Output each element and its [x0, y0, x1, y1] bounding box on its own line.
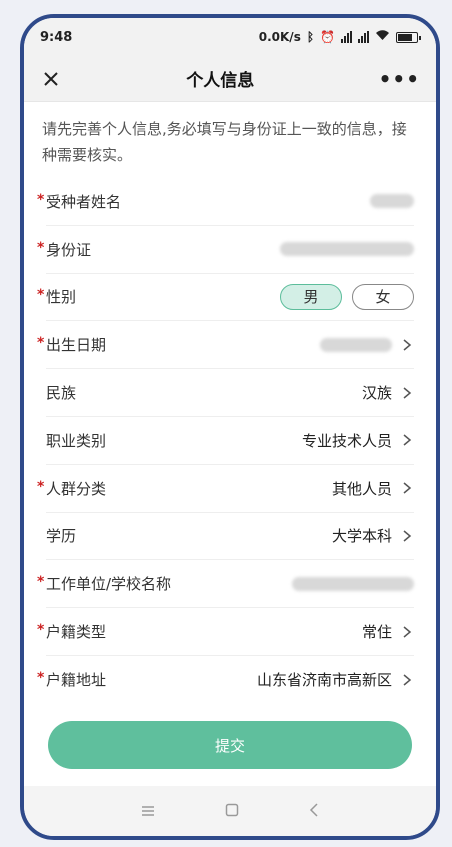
page-title: 个人信息 — [186, 71, 255, 91]
field-label: 工作单位/学校名称 — [46, 575, 172, 594]
form: * 受种者姓名 * 身份证 * 性别 男 女 * 出生日期 民族 汉族 职业类别… — [24, 178, 436, 704]
battery-icon — [396, 31, 421, 43]
field-label: 职业类别 — [46, 431, 107, 450]
required-mark: * — [37, 335, 45, 352]
required-mark: * — [37, 191, 45, 208]
field-value: 专业技术人员 — [301, 431, 392, 450]
submit-button[interactable]: 提交 — [48, 721, 412, 769]
redacted-value — [320, 337, 392, 352]
required-mark: * — [37, 670, 45, 687]
chevron-right-icon — [403, 387, 412, 399]
field-value: 常住 — [361, 623, 392, 642]
redacted-value — [370, 194, 414, 209]
back-icon[interactable] — [309, 802, 319, 821]
field-label: 民族 — [46, 384, 77, 403]
row-name[interactable]: * 受种者姓名 — [37, 178, 414, 226]
field-label: 出生日期 — [46, 336, 107, 355]
row-occupation[interactable]: 职业类别 专业技术人员 — [46, 417, 414, 465]
title-bar: 个人信息 ••• — [24, 56, 436, 102]
bluetooth-icon: ᛒ — [306, 30, 315, 44]
signal-icon-2 — [358, 31, 369, 43]
required-mark: * — [37, 478, 45, 495]
field-label: 受种者姓名 — [46, 192, 122, 211]
required-mark: * — [37, 574, 45, 591]
status-bar: 9:48 0.0K/s ᛒ ⏰ — [24, 18, 436, 56]
menu-icon[interactable] — [141, 802, 155, 821]
field-value: 汉族 — [361, 384, 392, 403]
wifi-icon — [375, 29, 390, 45]
row-education[interactable]: 学历 大学本科 — [46, 513, 414, 561]
required-mark: * — [37, 239, 45, 256]
close-icon[interactable] — [40, 68, 62, 90]
field-label: 学历 — [46, 527, 77, 546]
intro-text: 请先完善个人信息,务必填写与身份证上一致的信息，接种需要核实。 — [42, 120, 407, 164]
chevron-right-icon — [403, 674, 412, 686]
system-nav-bar — [24, 786, 436, 836]
chevron-right-icon — [403, 625, 412, 638]
row-birth-date[interactable]: * 出生日期 — [37, 321, 414, 370]
redacted-value — [292, 576, 414, 591]
signal-icon-1 — [341, 31, 352, 43]
alarm-icon: ⏰ — [320, 30, 335, 44]
field-value: 其他人员 — [331, 479, 392, 498]
required-mark: * — [37, 287, 45, 304]
field-label: 户籍地址 — [46, 671, 107, 690]
row-ethnicity[interactable]: 民族 汉族 — [46, 369, 414, 417]
field-value: 山东省济南市高新区 — [256, 671, 392, 690]
row-household-type[interactable]: * 户籍类型 常住 — [37, 608, 414, 656]
row-gender: * 性别 男 女 — [37, 274, 414, 322]
chevron-right-icon — [403, 530, 412, 542]
required-mark: * — [37, 622, 45, 639]
row-population-group[interactable]: * 人群分类 其他人员 — [37, 465, 414, 513]
more-icon[interactable]: ••• — [379, 67, 420, 91]
status-time: 9:48 — [40, 29, 73, 45]
gender-male-button[interactable]: 男 — [280, 283, 342, 310]
field-label: 人群分类 — [46, 479, 107, 498]
field-label: 户籍类型 — [46, 623, 107, 642]
redacted-value — [280, 242, 414, 257]
chevron-right-icon — [403, 434, 412, 446]
field-label: 性别 — [46, 288, 77, 307]
field-label: 身份证 — [46, 240, 92, 259]
home-icon[interactable] — [225, 802, 239, 821]
row-workplace[interactable]: * 工作单位/学校名称 — [37, 560, 414, 609]
phone-frame: 9:48 0.0K/s ᛒ ⏰ 个人信息 ••• 请先完善个人信息,务必填写与身… — [20, 14, 440, 840]
gender-female-button[interactable]: 女 — [352, 283, 414, 310]
field-value: 大学本科 — [331, 527, 392, 546]
network-speed: 0.0K/s — [258, 30, 301, 44]
chevron-right-icon — [403, 482, 412, 494]
chevron-right-icon — [403, 339, 412, 351]
row-id-card[interactable]: * 身份证 — [37, 226, 414, 274]
row-household-address[interactable]: * 户籍地址 山东省济南市高新区 — [37, 656, 414, 704]
